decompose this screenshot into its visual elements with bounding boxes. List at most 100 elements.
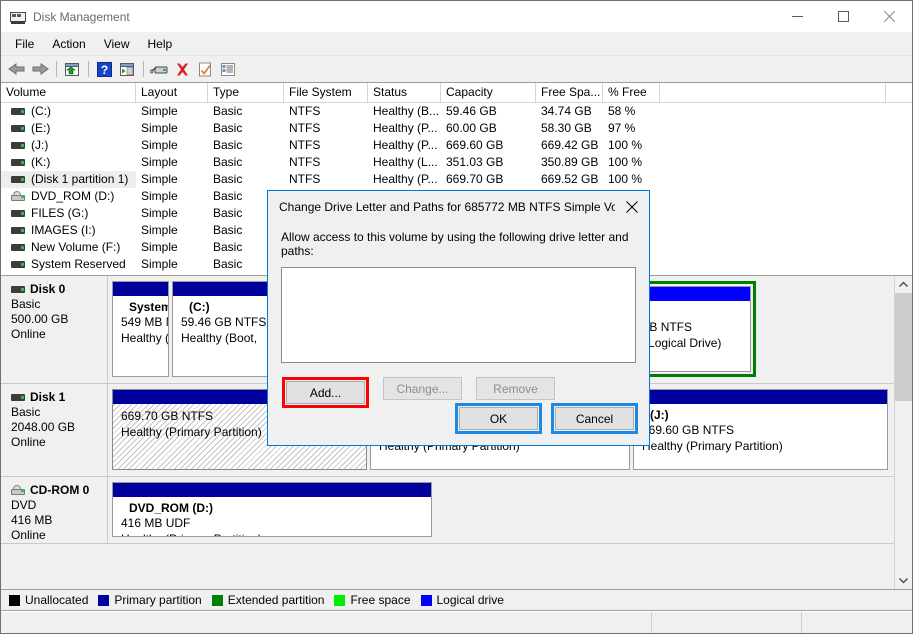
disk-map-scrollbar[interactable] (894, 276, 912, 589)
cdrom-icon (11, 484, 25, 495)
menu-bar: File Action View Help (1, 32, 912, 56)
cell-type: Basic (213, 155, 243, 169)
partition-block[interactable]: (C:) 59.46 GB NTFS Healthy (Boot, (172, 281, 272, 377)
title-bar: Disk Management (1, 1, 912, 32)
table-row[interactable]: (J:) Simple Basic NTFS Healthy (P... 669.60 G… (1, 137, 912, 154)
partition-block[interactable]: System Re549 MB NT Healthy (Sy (112, 281, 169, 377)
drive-paths-listbox[interactable] (281, 267, 636, 363)
disk-info-panel[interactable]: Disk 1 Basic 2048.00 GB Online (1, 384, 108, 476)
legend-item: Logical drive (420, 593, 504, 607)
cancel-button-highlight: Cancel (551, 403, 638, 434)
partition-block[interactable]: DVD_ROM (D:)416 MB UDFHealthy (Primary P… (112, 482, 432, 537)
volume-icon (11, 260, 25, 269)
partition-capacity-bar (113, 282, 168, 296)
show-console-tree-icon[interactable] (116, 58, 138, 80)
legend-swatch (211, 594, 223, 606)
table-row[interactable]: (C:) Simple Basic NTFS Healthy (B... 59.46 GB… (1, 103, 912, 120)
cell-layout: Simple (141, 138, 178, 152)
list-view-icon[interactable] (217, 58, 239, 80)
column-header-file-system[interactable]: File System (284, 83, 368, 102)
column-header-blank[interactable] (660, 83, 886, 102)
add-button[interactable]: Add... (286, 381, 365, 404)
menu-view[interactable]: View (95, 34, 139, 54)
partition-line2: Healthy (Primary Partition) (642, 439, 783, 453)
disk-type: Basic (11, 405, 41, 419)
cell-pct: 97 % (608, 121, 636, 135)
up-one-level-icon[interactable] (61, 58, 83, 80)
column-header-capacity[interactable]: Capacity (441, 83, 536, 102)
close-icon[interactable] (615, 192, 649, 222)
cell-status: Healthy (P... (373, 121, 438, 135)
volume-list-header: Volume Layout Type File System Status Capacit… (1, 83, 912, 103)
table-row[interactable]: (K:) Simple Basic NTFS Healthy (L... 351.03 G… (1, 154, 912, 171)
chevron-up-icon[interactable] (895, 276, 912, 293)
help-icon[interactable]: ? (93, 58, 115, 80)
disk-title: Disk 0 (11, 282, 107, 296)
cell-fs: NTFS (289, 138, 321, 152)
rescan-disks-icon[interactable] (148, 58, 170, 80)
cell-fs: NTFS (289, 155, 321, 169)
menu-file[interactable]: File (6, 34, 43, 54)
column-header-volume[interactable]: Volume (1, 83, 136, 102)
volume-icon (11, 158, 25, 167)
disk-management-icon (10, 9, 26, 25)
maximize-icon[interactable] (820, 1, 866, 32)
ok-button-highlight: OK (455, 403, 542, 434)
volume-name-cell: IMAGES (I:) (1, 222, 136, 239)
forward-icon[interactable] (29, 58, 51, 80)
dialog-confirm-buttons: OK Cancel (455, 403, 638, 434)
disk-info-panel[interactable]: CD-ROM 0 DVD 416 MB Online (1, 477, 108, 543)
chevron-down-icon[interactable] (895, 572, 912, 589)
close-icon[interactable] (866, 1, 912, 32)
window-controls (774, 1, 912, 32)
volume-name-cell: FILES (G:) (1, 205, 136, 222)
legend-item: Free space (334, 593, 411, 607)
volume-icon (11, 175, 25, 184)
table-row[interactable]: (Disk 1 partition 1) Simple Basic NTFS Healt… (1, 171, 912, 188)
disk-size: 2048.00 GB (11, 420, 76, 434)
column-header-status[interactable]: Status (368, 83, 441, 102)
volume-name-cell: DVD_ROM (D:) (1, 188, 136, 205)
cell-free: 350.89 GB (541, 155, 599, 169)
column-header-free-spa[interactable]: Free Spa... (536, 83, 603, 102)
column-header-layout[interactable]: Layout (136, 83, 208, 102)
legend-label: Logical drive (436, 593, 504, 607)
properties-icon[interactable] (194, 58, 216, 80)
cell-capacity: 669.60 GB (446, 138, 504, 152)
cell-layout: Simple (141, 206, 178, 220)
legend-swatch (98, 594, 110, 606)
partition-block[interactable]: (J:) 669.60 GB NTFS Healthy (Primary Parti… (633, 389, 888, 470)
toolbar-separator (88, 61, 89, 77)
partition-name: (C:) (189, 300, 210, 314)
menu-help[interactable]: Help (139, 34, 182, 54)
cell-type: Basic (213, 104, 243, 118)
partition-line1: 669.60 GB NTFS (642, 423, 735, 437)
ok-button[interactable]: OK (459, 407, 538, 430)
volume-label: (E:) (31, 121, 51, 135)
disk-title: Disk 1 (11, 390, 107, 404)
legend-swatch (420, 594, 432, 606)
disk-management-window: Disk Management File Action View Help ? … (0, 0, 913, 634)
remove-button: Remove (476, 377, 555, 400)
cell-fs: NTFS (289, 104, 321, 118)
table-row[interactable]: (E:) Simple Basic NTFS Healthy (P... 60.00 GB… (1, 120, 912, 137)
column-header-free[interactable]: % Free (603, 83, 660, 102)
disk-title: CD-ROM 0 (11, 483, 107, 497)
cdrom-icon (11, 191, 25, 201)
scrollbar-thumb[interactable] (895, 293, 912, 401)
delete-icon[interactable] (171, 58, 193, 80)
partition-details: DVD_ROM (D:)416 MB UDFHealthy (Primary P… (113, 497, 431, 536)
column-header-type[interactable]: Type (208, 83, 284, 102)
back-icon[interactable] (6, 58, 28, 80)
menu-action[interactable]: Action (43, 34, 94, 54)
change-button: Change... (383, 377, 462, 400)
disk-info-panel[interactable]: Disk 0 Basic 500.00 GB Online (1, 276, 108, 383)
legend-label: Extended partition (227, 593, 325, 607)
cell-free: 669.42 GB (541, 138, 599, 152)
volume-name-cell: (K:) (1, 154, 136, 171)
cancel-button[interactable]: Cancel (555, 407, 634, 430)
partition-name: (J:) (650, 408, 669, 422)
legend-item: Extended partition (211, 593, 325, 607)
volume-label: System Reserved (31, 257, 126, 271)
minimize-icon[interactable] (774, 1, 820, 32)
